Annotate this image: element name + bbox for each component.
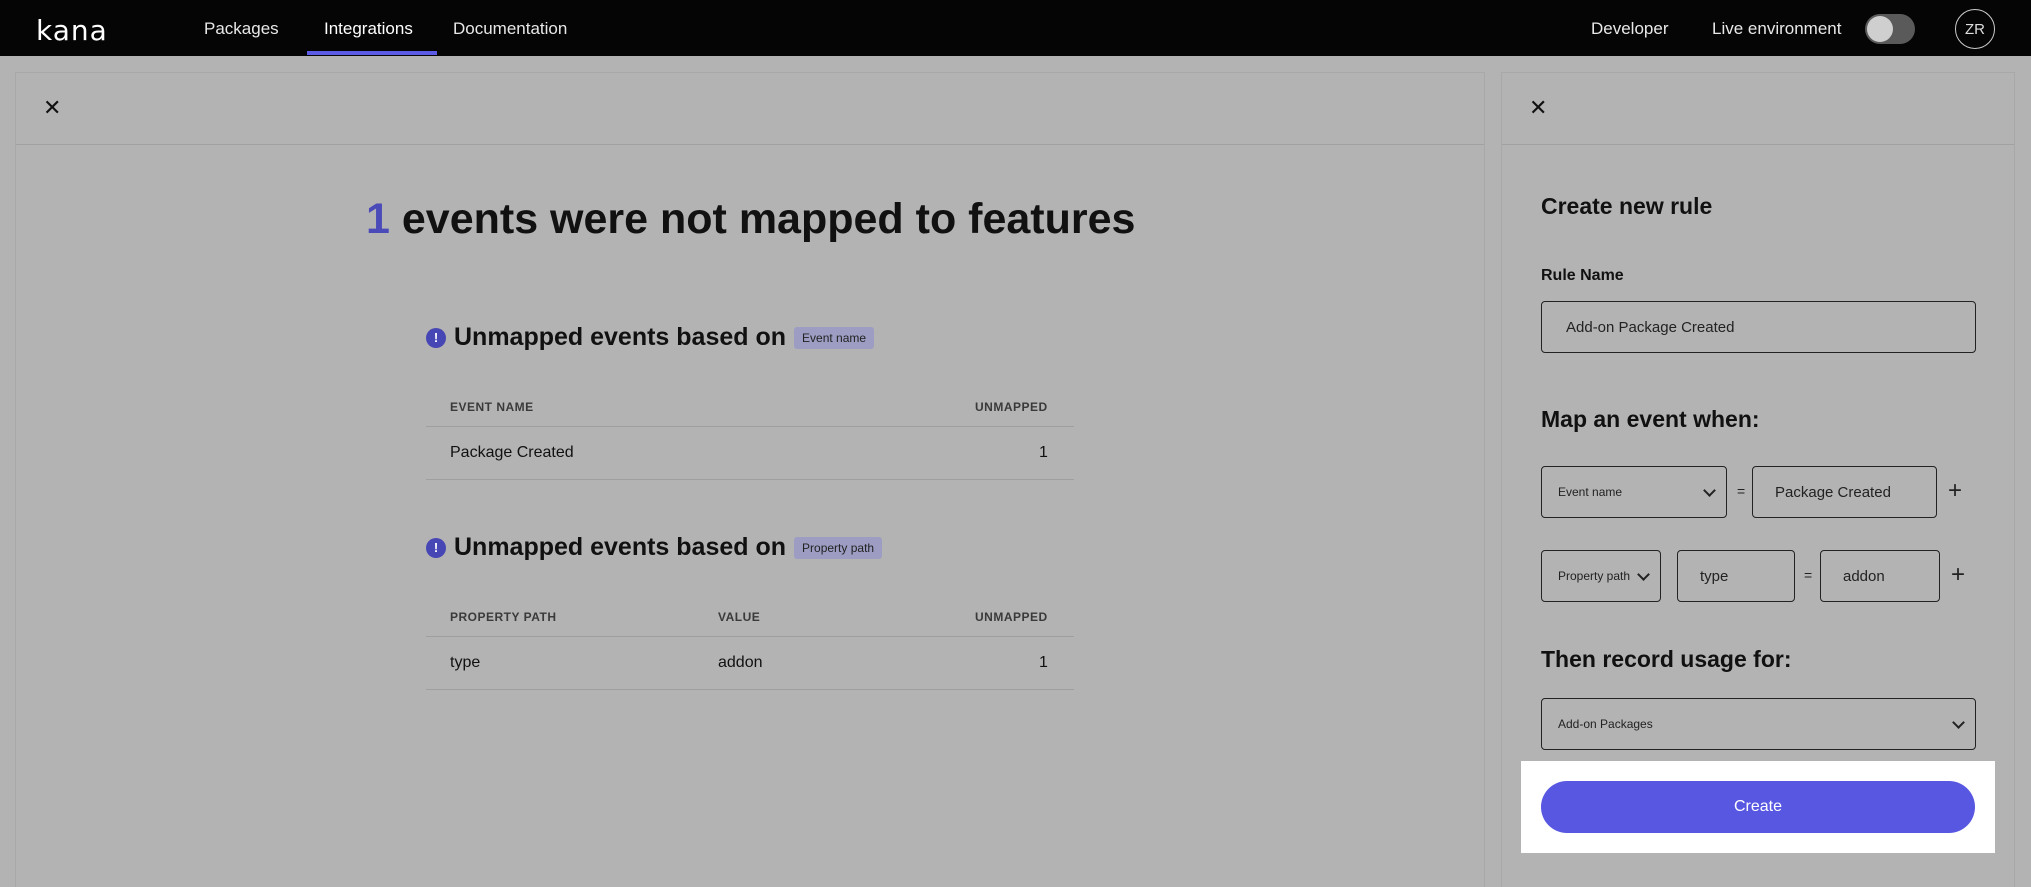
- panel-divider: [1502, 144, 2014, 145]
- property-value-input[interactable]: addon: [1820, 550, 1940, 602]
- condition-field-value: Event name: [1558, 485, 1623, 499]
- unmapped-count: 1: [366, 195, 390, 243]
- condition-field-select[interactable]: Property path: [1541, 550, 1661, 602]
- condition-field-select[interactable]: Event name: [1541, 466, 1727, 518]
- live-environment-toggle[interactable]: [1865, 14, 1915, 44]
- user-avatar[interactable]: ZR: [1955, 9, 1995, 49]
- rule-name-label: Rule Name: [1541, 267, 1624, 284]
- event-name-cell: Package Created: [450, 444, 574, 461]
- create-rule-title: Create new rule: [1541, 193, 1713, 219]
- info-icon: !: [426, 327, 446, 348]
- chevron-down-icon: [1637, 568, 1650, 581]
- nav-active-indicator: [307, 51, 437, 55]
- equals-sign: =: [1737, 483, 1746, 499]
- unmapped-events-panel: ✕ 1 events were not mapped to features !…: [15, 72, 1485, 887]
- col-event-name: EVENT NAME: [450, 400, 534, 414]
- top-nav: kana Packages Integrations Documentation…: [0, 0, 2031, 56]
- close-icon[interactable]: ✕: [43, 97, 61, 119]
- nav-documentation[interactable]: Documentation: [453, 19, 567, 39]
- add-condition-icon[interactable]: +: [1948, 479, 1962, 503]
- chevron-down-icon: [1952, 716, 1965, 729]
- feature-select[interactable]: Add-on Packages: [1541, 698, 1976, 750]
- feature-select-value: Add-on Packages: [1558, 717, 1653, 731]
- section-heading-text: Unmapped events based on: [454, 323, 787, 351]
- col-unmapped: UNMAPPED: [975, 610, 1048, 624]
- property-path-badge: Property path: [794, 536, 883, 559]
- page-title: 1 events were not mapped to features: [366, 195, 1135, 244]
- map-event-heading: Map an event when:: [1541, 406, 1760, 432]
- page-title-text: events were not mapped to features: [389, 195, 1136, 243]
- create-button[interactable]: Create: [1541, 781, 1975, 833]
- info-icon: !: [426, 537, 446, 558]
- section-heading-text: Unmapped events based on: [454, 533, 787, 561]
- chevron-down-icon: [1703, 484, 1716, 497]
- condition-value-input[interactable]: Package Created: [1752, 466, 1937, 518]
- nav-integrations[interactable]: Integrations: [324, 19, 413, 39]
- toggle-knob: [1867, 16, 1893, 42]
- record-usage-heading: Then record usage for:: [1541, 646, 1792, 672]
- property-key-input[interactable]: type: [1677, 550, 1795, 602]
- unmapped-count-cell: 1: [1039, 654, 1048, 671]
- nav-developer[interactable]: Developer: [1591, 19, 1669, 39]
- condition-field-value: Property path: [1558, 568, 1631, 583]
- table-divider: [426, 479, 1074, 480]
- create-rule-panel: ✕ Create new rule Rule Name Add-on Packa…: [1501, 72, 2015, 887]
- rule-name-input[interactable]: Add-on Package Created: [1541, 301, 1976, 353]
- table-divider: [426, 689, 1074, 690]
- table-divider: [426, 636, 1074, 637]
- col-property-path: PROPERTY PATH: [450, 610, 557, 624]
- col-unmapped: UNMAPPED: [975, 400, 1048, 414]
- event-name-badge: Event name: [794, 326, 875, 349]
- unmapped-count-cell: 1: [1039, 444, 1048, 461]
- property-path-cell: type: [450, 654, 481, 671]
- live-environment-label: Live environment: [1712, 19, 1842, 38]
- table-divider: [426, 426, 1074, 427]
- value-cell: addon: [718, 654, 763, 671]
- event-name-section-heading: ! Unmapped events based on Event name: [426, 323, 875, 352]
- col-value: VALUE: [718, 610, 761, 624]
- property-path-section-heading: ! Unmapped events based on Property path: [426, 533, 883, 562]
- kana-logo[interactable]: kana: [36, 14, 108, 47]
- panel-divider: [16, 144, 1484, 145]
- close-icon[interactable]: ✕: [1529, 97, 1547, 119]
- create-button-container: Create: [1521, 761, 1995, 853]
- add-condition-icon[interactable]: +: [1951, 563, 1965, 587]
- equals-sign: =: [1804, 567, 1813, 583]
- nav-packages[interactable]: Packages: [204, 19, 279, 39]
